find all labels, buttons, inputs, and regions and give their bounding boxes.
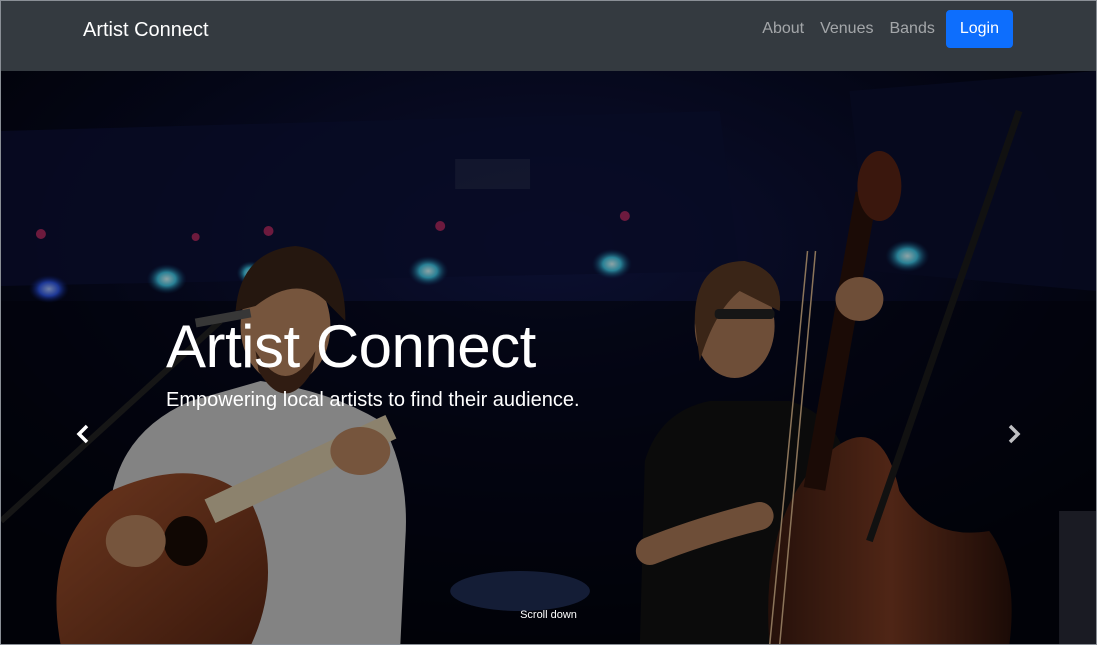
page: Artist Connect About Venues Bands Login [0,0,1097,645]
hero-caption: Artist Connect Empowering local artists … [166,314,580,414]
navbar-brand[interactable]: Artist Connect [83,17,209,43]
hero-subtitle: Empowering local artists to find their a… [166,389,580,411]
hero-carousel: Artist Connect Empowering local artists … [1,71,1096,644]
chevron-right-icon [1008,424,1021,444]
navbar: Artist Connect About Venues Bands Login [1,1,1096,71]
carousel-next-button[interactable] [993,409,1033,459]
chevron-left-icon [76,424,89,444]
login-button[interactable]: Login [945,10,1013,48]
hero-title: Artist Connect [166,313,536,380]
nav-links: About Venues Bands Login [750,10,1013,48]
nav-link-bands[interactable]: Bands [885,10,938,48]
scroll-down-link[interactable]: Scroll down [1,609,1096,621]
carousel-prev-button[interactable] [64,409,104,459]
nav-link-venues[interactable]: Venues [816,10,877,48]
nav-link-about[interactable]: About [758,10,808,48]
